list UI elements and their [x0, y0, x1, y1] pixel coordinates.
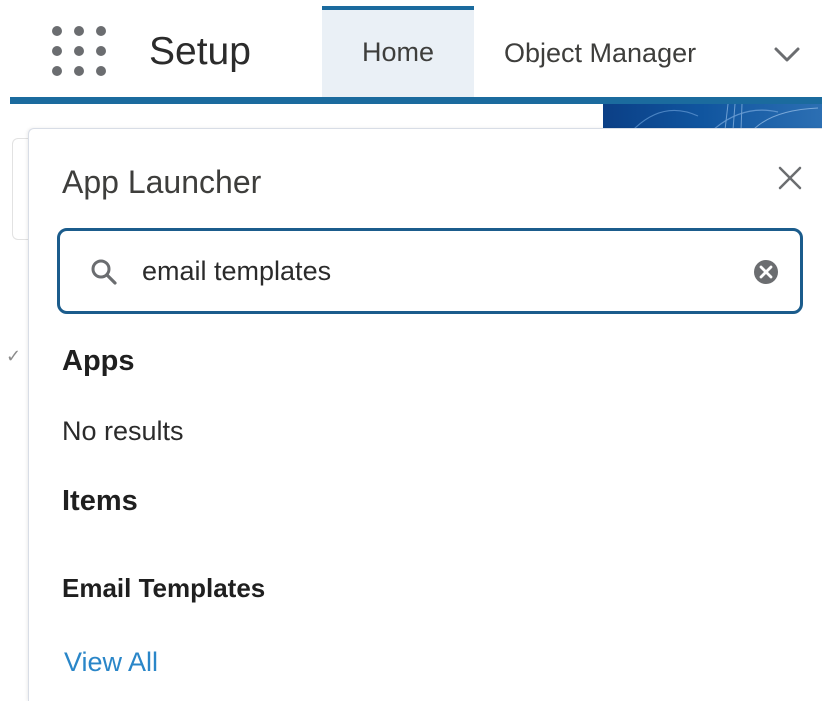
- clear-search-icon[interactable]: [752, 258, 780, 286]
- app-launcher-title: App Launcher: [62, 164, 262, 200]
- header-accent-bar: [10, 97, 822, 104]
- app-name: Setup: [149, 30, 251, 73]
- chevron-down-icon[interactable]: [772, 42, 802, 66]
- app-launcher-popover: App Launcher Apps No results Items Email…: [28, 128, 822, 701]
- app-launcher-waffle-icon[interactable]: [52, 26, 106, 76]
- app-launcher-search-input[interactable]: [142, 251, 722, 291]
- app-launcher-search-box[interactable]: [57, 228, 803, 314]
- search-icon: [90, 258, 118, 286]
- tab-home-label: Home: [361, 37, 435, 67]
- apps-section-heading: Apps: [62, 345, 135, 377]
- tab-object-manager-label: Object Manager: [504, 38, 697, 68]
- items-section-heading: Items: [62, 485, 138, 517]
- global-header: Setup Home Object Manager: [0, 0, 822, 100]
- view-all-link[interactable]: View All: [64, 645, 158, 679]
- tab-home[interactable]: Home: [322, 6, 474, 97]
- header-banner-image: [603, 104, 822, 130]
- apps-no-results-text: No results: [62, 416, 184, 446]
- close-icon[interactable]: [777, 165, 803, 191]
- item-result-email-templates[interactable]: Email Templates: [62, 571, 265, 605]
- checkmark-icon: ✓: [6, 346, 22, 366]
- tab-object-manager[interactable]: Object Manager: [504, 36, 696, 70]
